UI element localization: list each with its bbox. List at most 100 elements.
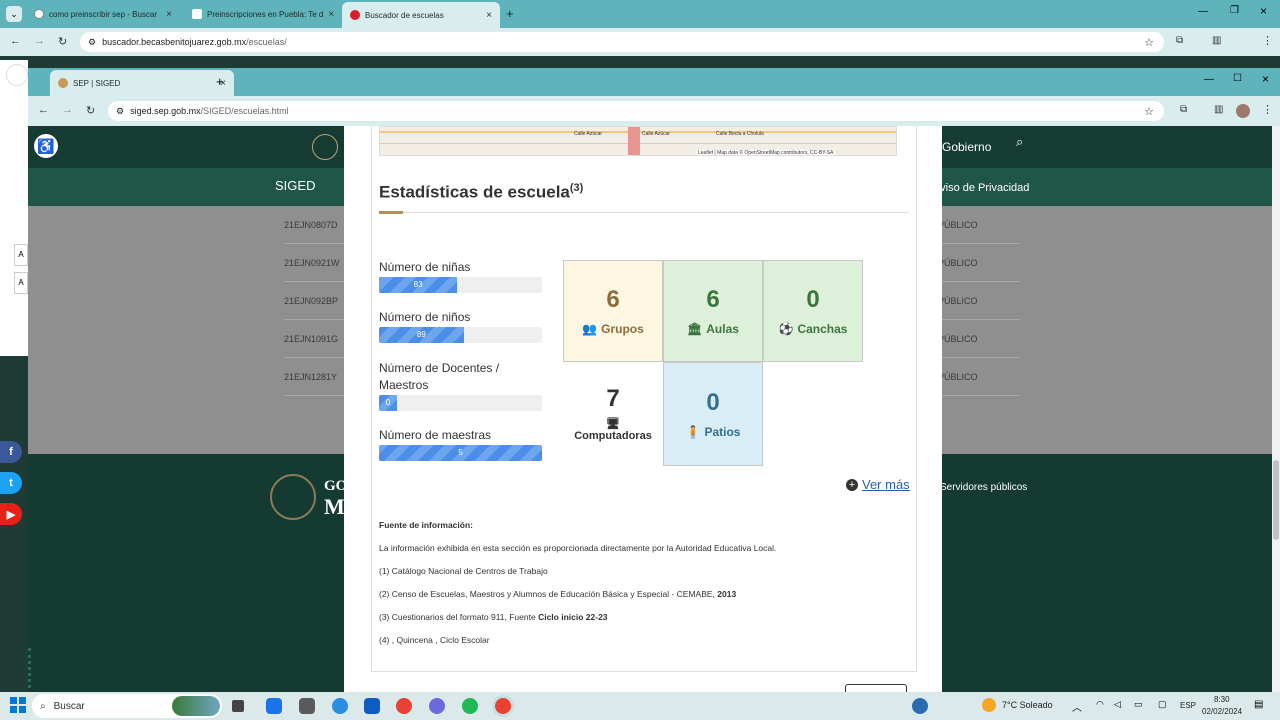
sidepanel-icon[interactable]: ▥: [1212, 35, 1221, 46]
edge-icon[interactable]: [332, 698, 348, 714]
extensions-icon[interactable]: ⧉: [1176, 35, 1183, 46]
windows-start-icon[interactable]: [10, 697, 26, 713]
avatar[interactable]: [1236, 104, 1250, 118]
map-attribution[interactable]: Leaflet | Map data © OpenStreetMap contr…: [696, 150, 836, 155]
map-label: Calle Becla a Cholula: [716, 131, 764, 137]
youtube-icon[interactable]: ▶: [0, 503, 22, 525]
back-icon[interactable]: ←: [10, 35, 21, 47]
close-icon[interactable]: ×: [486, 10, 492, 21]
clock-date[interactable]: 02/02/2024: [1202, 707, 1242, 716]
reload-icon[interactable]: ↻: [86, 104, 95, 117]
groups-label: Grupos: [601, 322, 644, 336]
language-indicator[interactable]: ESP: [1180, 701, 1196, 710]
file-explorer-icon[interactable]: [299, 698, 315, 714]
footer-link[interactable]: Servidores públicos: [940, 482, 1027, 493]
outer-tab-2[interactable]: Preinscripciones en Puebla: Te d ×: [184, 3, 338, 25]
task-view-icon[interactable]: [232, 700, 244, 712]
chevron-up-icon[interactable]: ︿: [1072, 699, 1082, 714]
site-icon: [350, 10, 360, 20]
close-icon[interactable]: ×: [328, 9, 334, 20]
inner-page: ♿ Gobierno ⌕ SIGED Aviso de Privacidad 2…: [28, 126, 1272, 692]
menu-icon[interactable]: ⋮: [1262, 34, 1273, 47]
school-stats-modal: Calle Azúcar Calle Azúcar Calle Becla a …: [344, 126, 942, 692]
building-icon: 🏛: [687, 322, 703, 336]
side-tab[interactable]: A: [14, 244, 28, 266]
source-text: (3) Cuestionarios del formato 911, Fuent…: [379, 612, 539, 622]
notifications-icon[interactable]: ▤: [1254, 699, 1263, 710]
inner-tab-siged[interactable]: SEP | SIGED ×: [50, 70, 234, 96]
forward-icon[interactable]: →: [62, 104, 73, 116]
new-tab-button[interactable]: +: [216, 74, 224, 89]
dropbox-icon[interactable]: [266, 698, 282, 714]
minimize-button[interactable]: —: [1198, 6, 1208, 17]
url-field[interactable]: ⚙ siged.sep.gob.mx/SIGED/escuelas.html ☆: [108, 101, 1164, 121]
volume-icon[interactable]: ◁: [1114, 699, 1121, 710]
maximize-button[interactable]: ☐: [1233, 73, 1242, 84]
chrome-active-icon[interactable]: [495, 698, 511, 714]
back-icon[interactable]: ←: [38, 104, 49, 116]
wifi-icon[interactable]: ◠: [1096, 699, 1104, 710]
groups-stat: 6 👥 Grupos: [563, 260, 663, 362]
window-close-button[interactable]: ×: [1260, 4, 1267, 18]
new-tab-button[interactable]: +: [506, 6, 514, 21]
outer-tab-3[interactable]: Buscador de escuelas ×: [342, 2, 500, 28]
minimize-button[interactable]: —: [1204, 74, 1214, 85]
bookmark-star-icon[interactable]: ☆: [1144, 105, 1154, 118]
sep-icon: [58, 78, 68, 88]
side-tab[interactable]: A: [14, 272, 28, 294]
search-icon[interactable]: ⌕: [1016, 134, 1023, 150]
menu-icon[interactable]: ⋮: [1262, 103, 1273, 116]
site-info-icon[interactable]: ⚙: [88, 37, 96, 48]
teachers-bar: 0: [379, 395, 397, 411]
tab-title: como preinscribir sep - Buscar: [49, 9, 158, 19]
source-bold: 2013: [717, 589, 737, 599]
outer-tab-1[interactable]: como preinscribir sep - Buscar ×: [26, 3, 180, 25]
divider: [379, 212, 909, 213]
site-info-icon[interactable]: ⚙: [116, 106, 124, 117]
app-icon[interactable]: [429, 698, 445, 714]
ver-mas-link[interactable]: + Ver más: [846, 477, 910, 492]
nav-gobierno[interactable]: Gobierno: [942, 140, 991, 154]
nav-siged[interactable]: SIGED: [275, 178, 315, 193]
stats-title: Estadísticas de escuela(3): [379, 182, 583, 203]
source-text: (1) Catálogo Nacional de Centros de Trab…: [379, 566, 548, 576]
computers-value: 7: [606, 384, 620, 412]
tab-title: SEP | SIGED: [73, 78, 121, 88]
reload-icon[interactable]: ↻: [58, 35, 67, 48]
scrollbar[interactable]: [1272, 126, 1280, 692]
display-icon[interactable]: ▢: [1158, 699, 1167, 710]
scrollbar-thumb[interactable]: [1273, 460, 1279, 540]
help-icon[interactable]: [912, 698, 928, 714]
url-field[interactable]: ⚙ buscador.becasbenitojuarez.gob.mx/escu…: [80, 32, 1164, 52]
classrooms-stat: 6 🏛 Aulas: [663, 260, 763, 362]
map[interactable]: Calle Azúcar Calle Azúcar Calle Becla a …: [379, 126, 897, 156]
facebook-icon[interactable]: f: [0, 441, 22, 463]
twitter-icon[interactable]: t: [0, 472, 22, 494]
clock-time[interactable]: 8:30: [1214, 695, 1230, 704]
accessibility-icon[interactable]: ♿: [34, 134, 58, 158]
window-close-button[interactable]: ×: [1262, 72, 1269, 86]
tab-title: Preinscripciones en Puebla: Te d: [207, 9, 324, 19]
ver-mas-text[interactable]: Ver más: [862, 477, 910, 492]
weather-text[interactable]: 7°C Soleado: [1002, 700, 1053, 710]
close-button[interactable]: [845, 684, 907, 692]
footer-logo-text: M: [324, 494, 345, 519]
map-label: Calle Azúcar: [574, 131, 603, 137]
search-highlight-image[interactable]: [172, 696, 220, 716]
spotify-icon[interactable]: [462, 698, 478, 714]
store-icon[interactable]: [364, 698, 380, 714]
sidepanel-icon[interactable]: ▥: [1214, 104, 1223, 115]
forward-icon[interactable]: →: [34, 35, 45, 47]
source-item: (3) Cuestionarios del formato 911, Fuent…: [379, 612, 608, 622]
close-icon[interactable]: ×: [166, 9, 172, 20]
restore-button[interactable]: ❐: [1230, 5, 1239, 16]
url-host: siged.sep.gob.mx: [130, 106, 201, 116]
tab-search-button[interactable]: ⌄: [6, 6, 22, 22]
battery-icon[interactable]: ▭: [1134, 699, 1143, 710]
source-text: (2) Censo de Escuelas, Maestros y Alumno…: [379, 589, 718, 599]
extensions-icon[interactable]: ⧉: [1180, 104, 1187, 115]
chrome-icon[interactable]: [396, 698, 412, 714]
bookmark-star-icon[interactable]: ☆: [1144, 36, 1154, 49]
nav-privacidad[interactable]: Aviso de Privacidad: [933, 182, 1029, 194]
stats-card: Calle Azúcar Calle Azúcar Calle Becla a …: [371, 126, 917, 672]
